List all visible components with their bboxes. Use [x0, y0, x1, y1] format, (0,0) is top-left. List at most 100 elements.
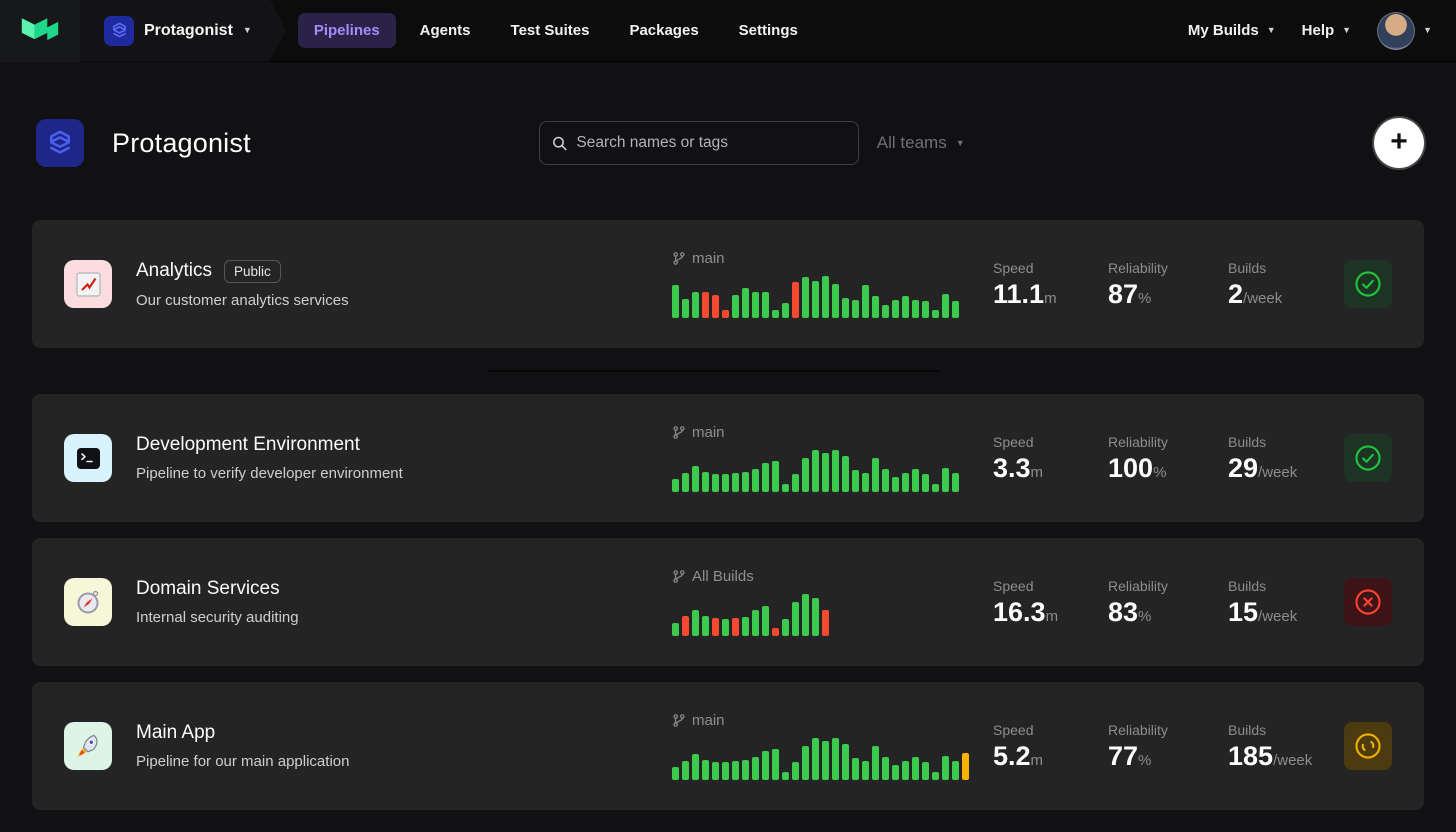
- pipeline-card-domain-services[interactable]: Domain Services Internal security auditi…: [32, 538, 1424, 666]
- branch-filter[interactable]: All Builds: [672, 568, 972, 585]
- build-bar[interactable]: [792, 474, 799, 492]
- build-bar[interactable]: [872, 746, 879, 780]
- build-bar[interactable]: [672, 479, 679, 492]
- build-bar[interactable]: [812, 281, 819, 318]
- build-bar[interactable]: [762, 463, 769, 492]
- build-bar[interactable]: [752, 610, 759, 636]
- build-bar[interactable]: [732, 618, 739, 636]
- build-bar[interactable]: [922, 301, 929, 318]
- build-bar[interactable]: [912, 300, 919, 318]
- build-history-chart[interactable]: [672, 594, 972, 636]
- branch-filter[interactable]: main: [672, 424, 972, 441]
- build-bar[interactable]: [952, 301, 959, 318]
- org-switcher[interactable]: Protagonist ▼: [80, 0, 286, 62]
- build-bar[interactable]: [852, 758, 859, 780]
- build-bar[interactable]: [672, 285, 679, 318]
- build-bar[interactable]: [702, 616, 709, 636]
- tab-settings[interactable]: Settings: [723, 13, 814, 48]
- build-bar[interactable]: [812, 450, 819, 492]
- build-bar[interactable]: [682, 473, 689, 492]
- build-bar[interactable]: [902, 473, 909, 492]
- build-bar[interactable]: [792, 762, 799, 780]
- build-bar[interactable]: [692, 610, 699, 636]
- build-bar[interactable]: [962, 753, 969, 780]
- tab-test-suites[interactable]: Test Suites: [495, 13, 606, 48]
- user-menu[interactable]: ▼: [1377, 12, 1432, 50]
- build-bar[interactable]: [842, 744, 849, 780]
- build-bar[interactable]: [692, 292, 699, 318]
- build-bar[interactable]: [762, 751, 769, 780]
- pipeline-name-link[interactable]: Analytics: [136, 260, 212, 282]
- build-bar[interactable]: [892, 765, 899, 780]
- build-bar[interactable]: [782, 772, 789, 780]
- build-bar[interactable]: [742, 760, 749, 780]
- pipeline-card-main-app[interactable]: Main App Pipeline for our main applicati…: [32, 682, 1424, 810]
- build-bar[interactable]: [802, 594, 809, 636]
- build-bar[interactable]: [682, 761, 689, 780]
- build-bar[interactable]: [862, 285, 869, 318]
- build-bar[interactable]: [772, 461, 779, 492]
- build-bar[interactable]: [912, 757, 919, 780]
- build-bar[interactable]: [782, 303, 789, 318]
- build-bar[interactable]: [772, 310, 779, 318]
- pipeline-name-link[interactable]: Development Environment: [136, 434, 360, 456]
- build-bar[interactable]: [832, 738, 839, 780]
- search-box[interactable]: [539, 121, 859, 165]
- build-bar[interactable]: [802, 458, 809, 492]
- tab-agents[interactable]: Agents: [404, 13, 487, 48]
- pipeline-card-analytics[interactable]: Analytics Public Our customer analytics …: [32, 220, 1424, 348]
- build-bar[interactable]: [842, 298, 849, 318]
- build-bar[interactable]: [772, 749, 779, 780]
- pipeline-name-link[interactable]: Domain Services: [136, 578, 280, 600]
- my-builds-menu[interactable]: My Builds ▼: [1188, 22, 1276, 39]
- build-bar[interactable]: [922, 762, 929, 780]
- build-bar[interactable]: [752, 292, 759, 318]
- pipeline-name-link[interactable]: Main App: [136, 722, 215, 744]
- build-bar[interactable]: [762, 606, 769, 636]
- build-bar[interactable]: [752, 757, 759, 780]
- build-bar[interactable]: [742, 472, 749, 492]
- build-status-button[interactable]: [1344, 578, 1392, 626]
- home-logo-button[interactable]: [0, 0, 80, 62]
- branch-filter[interactable]: main: [672, 712, 972, 729]
- build-history-chart[interactable]: [672, 450, 972, 492]
- build-bar[interactable]: [842, 456, 849, 492]
- build-status-button[interactable]: [1344, 434, 1392, 482]
- build-bar[interactable]: [832, 284, 839, 318]
- build-bar[interactable]: [672, 767, 679, 780]
- build-bar[interactable]: [942, 756, 949, 780]
- build-bar[interactable]: [882, 757, 889, 780]
- build-bar[interactable]: [812, 598, 819, 636]
- build-bar[interactable]: [822, 741, 829, 780]
- build-bar[interactable]: [702, 760, 709, 780]
- pipeline-card-development-environment[interactable]: Development Environment Pipeline to veri…: [32, 394, 1424, 522]
- build-bar[interactable]: [712, 295, 719, 318]
- build-bar[interactable]: [952, 761, 959, 780]
- build-bar[interactable]: [782, 484, 789, 492]
- build-bar[interactable]: [832, 450, 839, 492]
- build-bar[interactable]: [932, 310, 939, 318]
- build-history-chart[interactable]: [672, 738, 972, 780]
- build-bar[interactable]: [822, 276, 829, 318]
- build-bar[interactable]: [722, 762, 729, 780]
- build-bar[interactable]: [672, 623, 679, 636]
- build-bar[interactable]: [752, 469, 759, 492]
- build-bar[interactable]: [872, 296, 879, 318]
- build-bar[interactable]: [822, 610, 829, 636]
- build-bar[interactable]: [932, 484, 939, 492]
- build-bar[interactable]: [732, 761, 739, 780]
- build-bar[interactable]: [882, 305, 889, 318]
- build-bar[interactable]: [902, 296, 909, 318]
- build-bar[interactable]: [762, 292, 769, 318]
- build-bar[interactable]: [952, 473, 959, 492]
- tab-packages[interactable]: Packages: [613, 13, 714, 48]
- build-bar[interactable]: [792, 282, 799, 318]
- build-bar[interactable]: [812, 738, 819, 780]
- build-bar[interactable]: [802, 746, 809, 780]
- build-bar[interactable]: [862, 761, 869, 780]
- build-bar[interactable]: [872, 458, 879, 492]
- teams-filter-dropdown[interactable]: All teams ▼: [877, 133, 965, 153]
- build-bar[interactable]: [922, 474, 929, 492]
- build-bar[interactable]: [792, 602, 799, 636]
- build-bar[interactable]: [682, 299, 689, 318]
